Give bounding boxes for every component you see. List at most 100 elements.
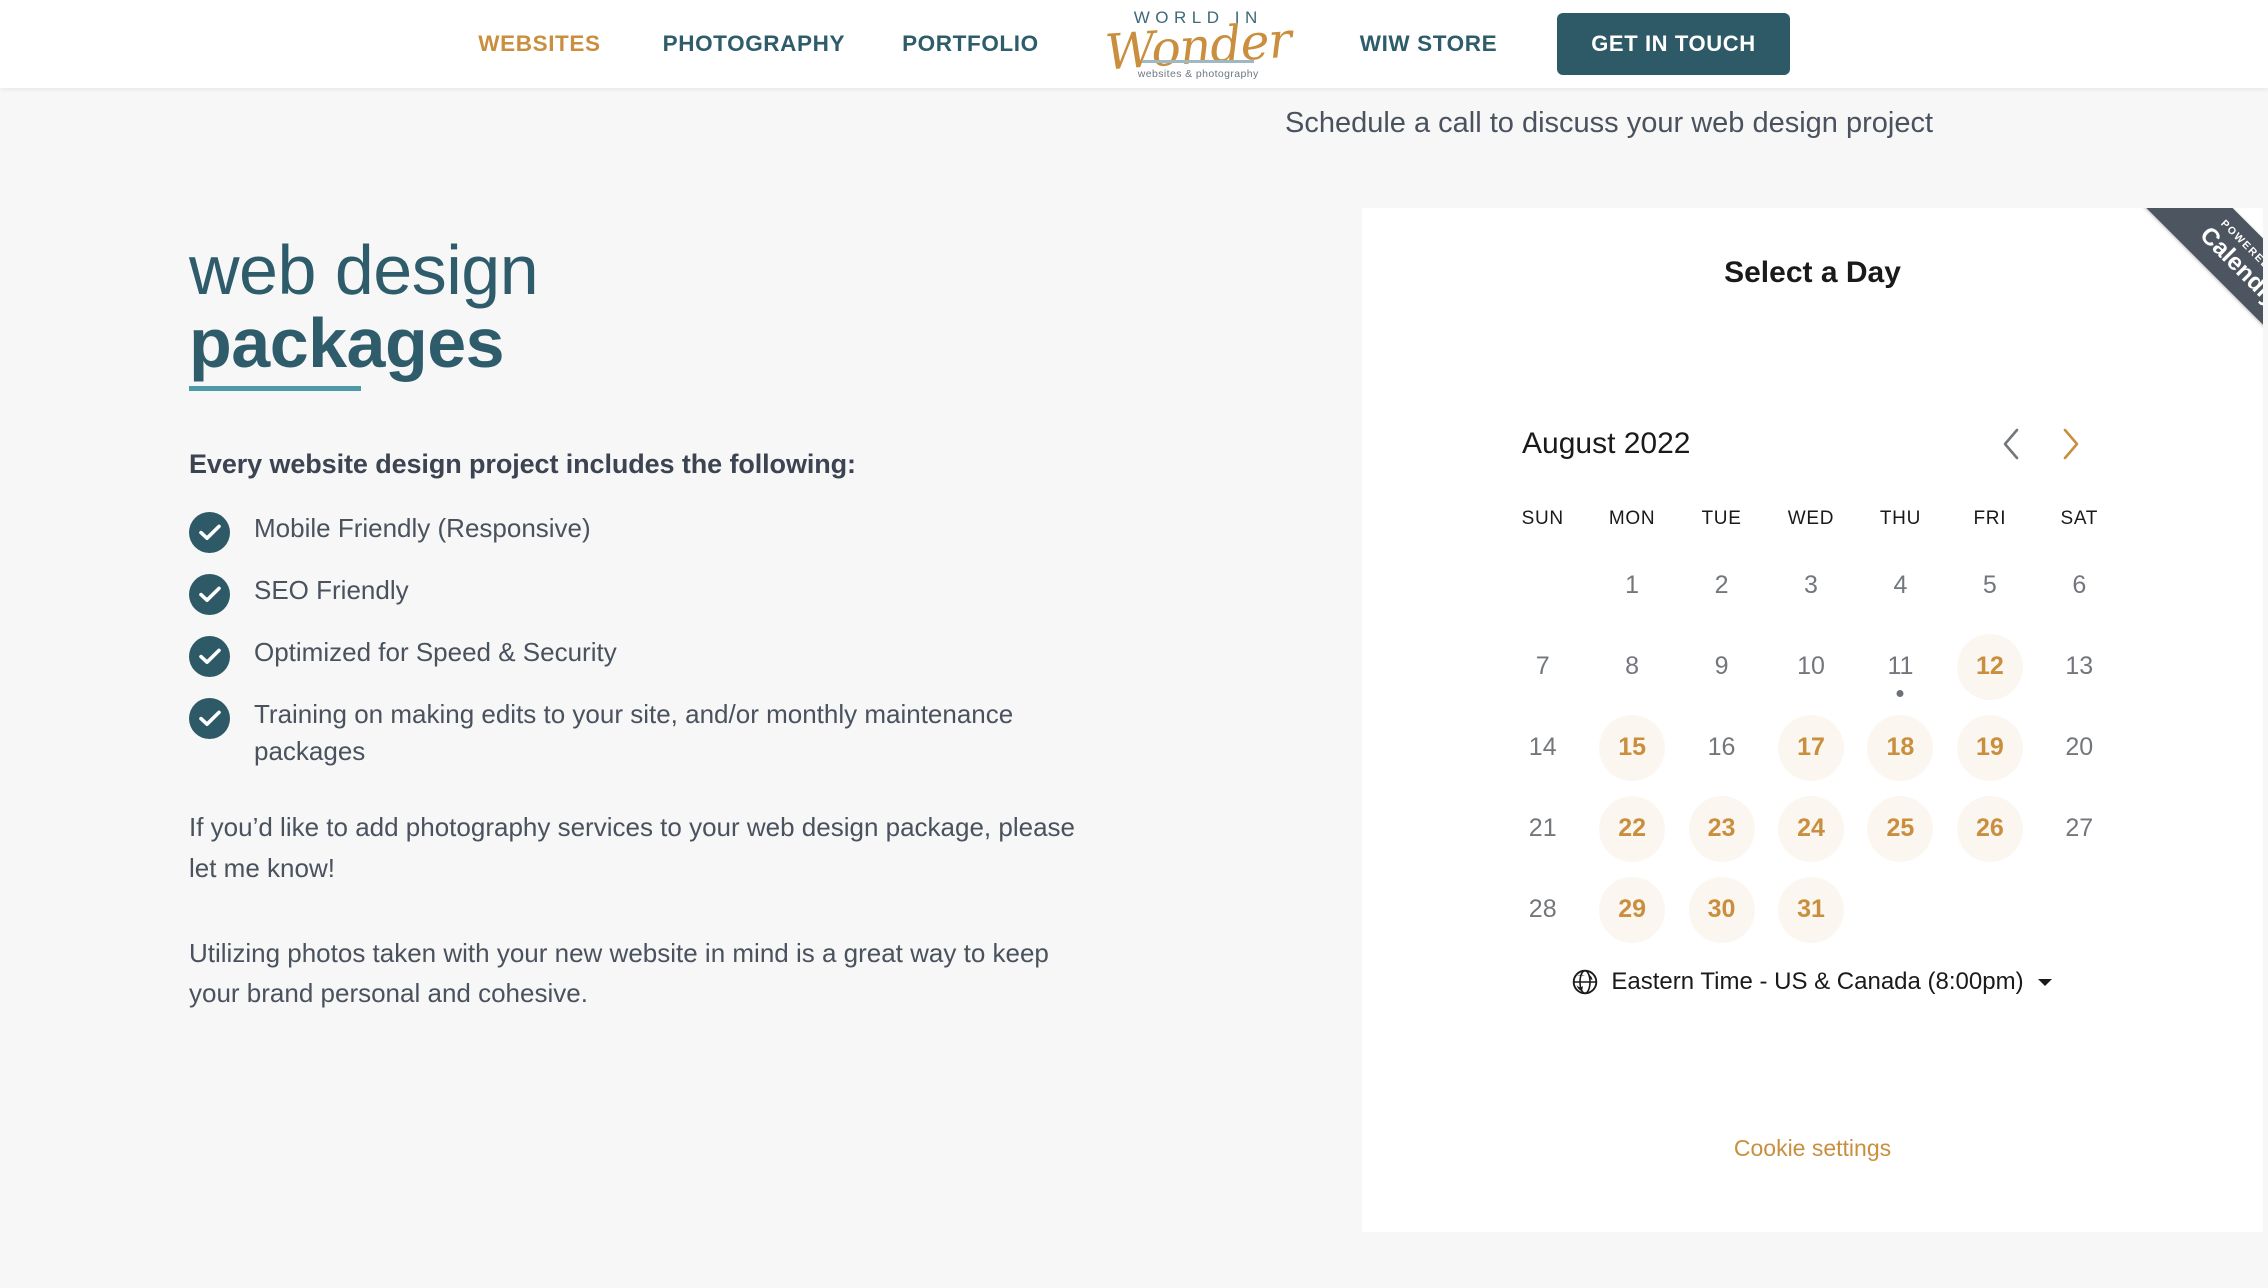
- list-item: Mobile Friendly (Responsive): [189, 510, 1209, 553]
- calendar-day-cell: 27: [2035, 788, 2124, 869]
- calendar-day-10: 10: [1778, 634, 1844, 700]
- calendar-day-14: 14: [1510, 715, 1576, 781]
- calendar-day-cell: 24: [1766, 788, 1855, 869]
- title-underline: [189, 385, 361, 391]
- features-list: Mobile Friendly (Responsive) SEO Friendl…: [189, 510, 1209, 770]
- calendar-day-2: 2: [1689, 553, 1755, 619]
- page-title: web design packages: [189, 234, 1209, 380]
- calendar-weekday-tue: TUE: [1701, 508, 1742, 529]
- site-logo[interactable]: WORLD IN Wonder websites & photography: [1101, 6, 1296, 82]
- calendar-weekday-thu: THU: [1879, 508, 1921, 529]
- calendar-day-cell: 4: [1856, 545, 1945, 626]
- check-icon: [189, 573, 230, 615]
- calendar-day-cell: 11: [1856, 626, 1945, 707]
- calendar-day-26[interactable]: 26: [1956, 795, 2023, 862]
- cookie-settings-link[interactable]: Cookie settings: [1362, 1135, 2263, 1162]
- calendar-day-24[interactable]: 24: [1777, 795, 1844, 862]
- nav-link-portfolio[interactable]: PORTFOLIO: [902, 31, 1039, 57]
- calendar-day-cell: 21: [1498, 788, 1587, 869]
- get-in-touch-button[interactable]: GET IN TOUCH: [1557, 13, 1790, 75]
- calendar-day-22[interactable]: 22: [1599, 795, 1666, 862]
- list-item-label: Training on making edits to your site, a…: [254, 698, 1014, 766]
- list-item-label: SEO Friendly: [254, 574, 409, 605]
- calendar-day-cell: 30: [1677, 869, 1766, 950]
- powered-by-calendly-ribbon[interactable]: POWERED BY Calendly: [2095, 208, 2263, 376]
- calendar-day-15[interactable]: 15: [1599, 714, 1666, 781]
- list-item-label: Optimized for Speed & Security: [254, 636, 617, 667]
- calendar-empty-cell: [1498, 545, 1587, 626]
- calendar-day-9: 9: [1689, 634, 1755, 700]
- calendar-day-cell: 12: [1945, 626, 2034, 707]
- calendar-day-cell: 14: [1498, 707, 1587, 788]
- calendar-day-4: 4: [1867, 553, 1933, 619]
- calendar-weekday-header: SUN MON TUE WED THU FRI SAT: [1498, 508, 2124, 530]
- calendar-day-8: 8: [1599, 634, 1665, 700]
- body-paragraph-2: Utilizing photos taken with your new web…: [189, 937, 1049, 1009]
- calendar-day-cell: 23: [1677, 788, 1766, 869]
- calendar-day-3: 3: [1778, 553, 1844, 619]
- page-title-line-1: web design: [189, 231, 539, 309]
- list-item: SEO Friendly: [189, 572, 1209, 615]
- calendar-month-label: August 2022: [1522, 427, 1691, 460]
- calendar-date-grid: 1 2 3 4 5 6 7 8 9 10 11 12 13 14 15 16 17 18 19 20 21 22 23 24 2…: [1498, 545, 2124, 950]
- calendar-day-12[interactable]: 12: [1956, 633, 2023, 700]
- ribbon-band: POWERED BY Calendly: [2126, 208, 2263, 376]
- calendar-day-cell: 2: [1677, 545, 1766, 626]
- calendar-day-cell: 17: [1766, 707, 1855, 788]
- calendar-day-28: 28: [1510, 877, 1576, 943]
- calendar-day-5: 5: [1957, 553, 2023, 619]
- today-indicator-dot: [1896, 690, 1904, 697]
- calendly-widget: POWERED BY Calendly Select a Day August …: [1362, 208, 2263, 1232]
- calendar-day-cell: 6: [2035, 545, 2124, 626]
- logo-divider-rule: [1142, 60, 1255, 63]
- calendar-day-18[interactable]: 18: [1867, 714, 1934, 781]
- calendar-day-cell: 19: [1945, 707, 2034, 788]
- calendar-day-1: 1: [1599, 553, 1665, 619]
- calendar-month-header: August 2022: [1522, 427, 2082, 461]
- nav-link-photography[interactable]: PHOTOGRAPHY: [663, 31, 845, 57]
- calendar-day-cell: 29: [1587, 869, 1676, 950]
- calendar-day-cell: 16: [1677, 707, 1766, 788]
- nav-link-wiw-store[interactable]: WIW STORE: [1360, 31, 1497, 57]
- logo-tagline: websites & photography: [1137, 68, 1259, 80]
- calendar-day-cell: 26: [1945, 788, 2034, 869]
- page-content: web design packages Every website design…: [0, 88, 2268, 1288]
- timezone-selector[interactable]: Eastern Time - US & Canada (8:00pm): [1362, 968, 2263, 996]
- calendar-weekday-sun: SUN: [1521, 508, 1564, 529]
- chevron-left-icon[interactable]: [2000, 427, 2022, 461]
- calendar-day-cell: 22: [1587, 788, 1676, 869]
- calendar-day-20: 20: [2046, 715, 2112, 781]
- site-header: WEBSITES PHOTOGRAPHY PORTFOLIO WORLD IN …: [0, 0, 2268, 88]
- calendar-weekday-mon: MON: [1608, 508, 1656, 529]
- list-item: Optimized for Speed & Security: [189, 634, 1209, 677]
- calendar-day-29[interactable]: 29: [1599, 876, 1666, 943]
- calendar-day-cell: 25: [1856, 788, 1945, 869]
- chevron-right-icon[interactable]: [2060, 427, 2082, 461]
- calendar-day-27: 27: [2046, 796, 2112, 862]
- globe-icon: [1572, 969, 1598, 995]
- body-paragraph-1: If you’d like to add photography service…: [189, 812, 1075, 883]
- calendar-day-17[interactable]: 17: [1777, 714, 1844, 781]
- calendar-day-19[interactable]: 19: [1956, 714, 2023, 781]
- calendar-day-31[interactable]: 31: [1777, 876, 1844, 943]
- calendar-day-25[interactable]: 25: [1867, 795, 1934, 862]
- calendar-day-30[interactable]: 30: [1688, 876, 1755, 943]
- nav-link-websites[interactable]: WEBSITES: [478, 31, 600, 57]
- select-a-day-heading: Select a Day: [1724, 256, 1901, 289]
- calendar-day-cell: 7: [1498, 626, 1587, 707]
- calendar-day-cell: 10: [1766, 626, 1855, 707]
- calendar-day-cell: 5: [1945, 545, 2034, 626]
- list-item: Training on making edits to your site, a…: [189, 696, 1209, 770]
- calendar-weekday-fri: FRI: [1973, 508, 2007, 529]
- check-icon: [189, 511, 230, 553]
- calendar-day-cell: 1: [1587, 545, 1676, 626]
- calendar-day-cell: 3: [1766, 545, 1855, 626]
- list-item-label: Mobile Friendly (Responsive): [254, 512, 591, 543]
- calendar-day-cell: 28: [1498, 869, 1587, 950]
- calendar-day-cell: 9: [1677, 626, 1766, 707]
- calendar-day-23[interactable]: 23: [1688, 795, 1755, 862]
- calendar-month-navigation: [2000, 427, 2082, 461]
- calendar-day-cell: 13: [2035, 626, 2124, 707]
- includes-heading: Every website design project includes th…: [189, 448, 856, 479]
- calendar-day-7: 7: [1510, 634, 1576, 700]
